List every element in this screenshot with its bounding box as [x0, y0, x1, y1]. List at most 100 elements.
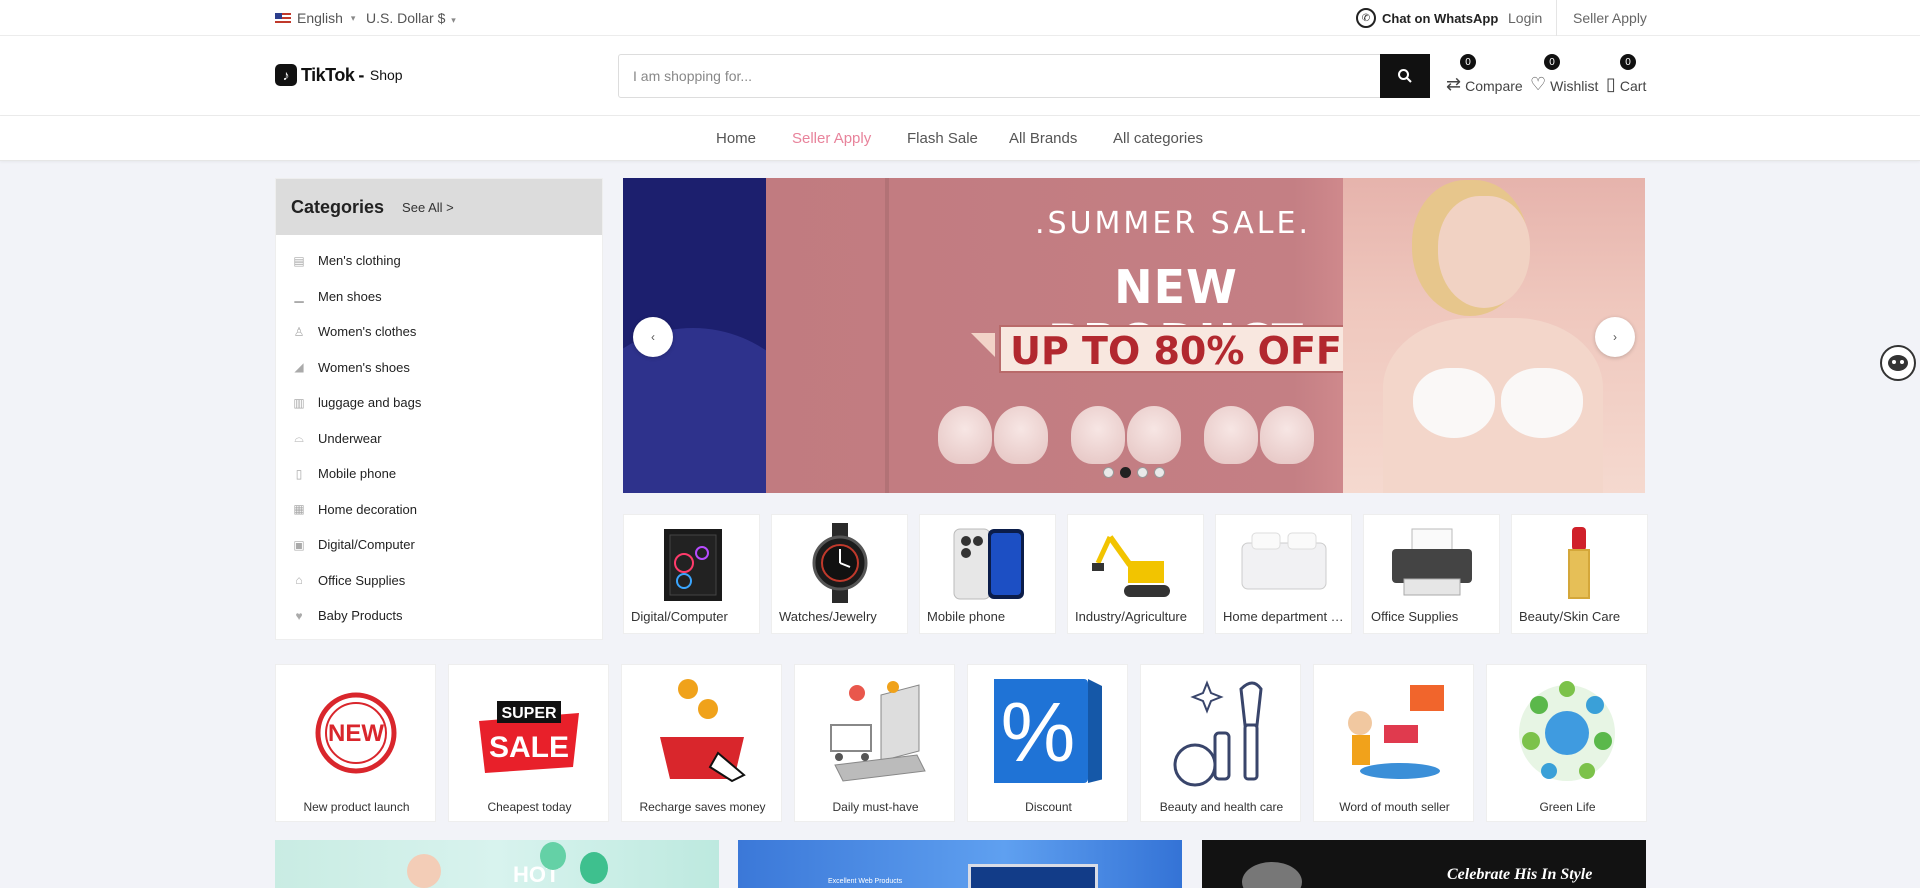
whatsapp-chat-link[interactable]: ✆ Chat on WhatsApp: [1356, 8, 1498, 28]
product-bra-image: [1071, 406, 1181, 476]
feature-card-discount[interactable]: % Discount: [967, 664, 1128, 822]
category-item-office-supplies[interactable]: ⌂ Office Supplies: [276, 563, 602, 599]
child-image: [407, 854, 441, 888]
feature-card-new-product-launch[interactable]: NEW New product launch: [275, 664, 436, 822]
discount-box-image: %: [994, 679, 1102, 783]
featured-card-watches-jewelry[interactable]: Watches/Jewelry: [771, 514, 908, 634]
category-item-men-shoes[interactable]: ▁ Men shoes: [276, 279, 602, 315]
feature-card-label: Recharge saves money: [639, 800, 766, 814]
category-item-womens-clothes[interactable]: ♙ Women's clothes: [276, 314, 602, 350]
login-link[interactable]: Login: [1508, 10, 1542, 26]
category-label: luggage and bags: [318, 395, 422, 411]
cart-count-badge: 0: [1620, 54, 1636, 70]
feature-card-green-life[interactable]: Green Life: [1486, 664, 1647, 822]
feature-card-label: Green Life: [1539, 800, 1596, 814]
language-selector[interactable]: English ▾: [275, 10, 355, 26]
category-label: Men's clothing: [318, 253, 401, 269]
promo-banner-electronics[interactable]: Excellent Web Products: [738, 840, 1182, 888]
search-button[interactable]: [1380, 54, 1430, 98]
chevron-down-icon: ▾: [350, 12, 356, 23]
category-item-mobile-phone[interactable]: ▯ Mobile phone: [276, 456, 602, 492]
shopping-basket-coins-image: [660, 679, 746, 783]
featured-card-office-supplies[interactable]: Office Supplies: [1363, 514, 1500, 634]
feature-card-label: Daily must-have: [832, 800, 919, 814]
search-input[interactable]: [619, 55, 1380, 97]
sale-text: SALE: [489, 731, 569, 764]
compare-link[interactable]: ⇄ 0 Compare: [1446, 54, 1523, 94]
promo-banner-hot[interactable]: HOT: [275, 840, 719, 888]
categories-title: Categories: [291, 196, 385, 217]
header: ♪ TikTok - Shop ⇄ 0 Compare ♡ 0 Wishlist…: [0, 36, 1920, 116]
featured-card-label: Office Supplies: [1371, 609, 1459, 624]
top-bar: English ▾ U.S. Dollar $ ▾ ✆ Chat on What…: [0, 0, 1920, 36]
printer-image: [1392, 528, 1472, 596]
category-item-underwear[interactable]: ⌓ Underwear: [276, 421, 602, 457]
category-item-baby-products[interactable]: ♥ Baby Products: [276, 598, 602, 634]
category-label: Women's clothes: [318, 324, 417, 340]
carousel-dot[interactable]: [1137, 467, 1148, 478]
carousel-dot-active[interactable]: [1120, 467, 1131, 478]
featured-categories: Digital/Computer Watches/Jewelry Mobile …: [623, 514, 1648, 634]
feature-card-label: Word of mouth seller: [1339, 800, 1450, 814]
category-item-home-decoration[interactable]: ▦ Home decoration: [276, 492, 602, 528]
new-stamp-text: NEW: [328, 720, 384, 747]
category-item-mens-clothing[interactable]: ▤ Men's clothing: [276, 243, 602, 279]
feature-card-word-of-mouth-seller[interactable]: Word of mouth seller: [1313, 664, 1474, 822]
carousel-next-button[interactable]: ›: [1595, 317, 1635, 357]
seller-apply-link[interactable]: Seller Apply: [1573, 10, 1647, 26]
nav-item-all-categories[interactable]: All categories: [1113, 130, 1203, 147]
whatsapp-icon: ✆: [1356, 8, 1376, 28]
banner-slide: .SUMMER SALE. NEW PRODUCT UP TO 80% OFF: [766, 178, 1645, 493]
shoe-icon: ▁: [294, 289, 304, 304]
wishlist-label: Wishlist: [1550, 78, 1599, 94]
promo-banner-text: Celebrate His In Style: [1447, 866, 1593, 883]
category-item-womens-shoes[interactable]: ◢ Women's shoes: [276, 350, 602, 386]
category-item-luggage-bags[interactable]: ▥ luggage and bags: [276, 385, 602, 421]
hero-banner-carousel[interactable]: .SUMMER SALE. NEW PRODUCT UP TO 80% OFF …: [623, 178, 1645, 493]
feature-card-recharge-saves-money[interactable]: Recharge saves money: [621, 664, 782, 822]
featured-card-label: Mobile phone: [927, 609, 1006, 624]
wishlist-count-badge: 0: [1544, 54, 1560, 70]
featured-card-mobile-phone[interactable]: Mobile phone: [919, 514, 1056, 634]
baby-icon: ♥: [295, 608, 303, 623]
featured-card-industry-agriculture[interactable]: Industry/Agriculture: [1067, 514, 1204, 634]
product-bra-image: [938, 406, 1048, 476]
feature-card-cheapest-today[interactable]: SUPER SALE Cheapest today: [448, 664, 609, 822]
nav-item-home[interactable]: Home: [716, 130, 756, 147]
dress-icon: ♙: [293, 324, 305, 339]
cart-link[interactable]: ▯ 0 Cart: [1606, 54, 1646, 94]
carousel-prev-button[interactable]: ‹: [633, 317, 673, 357]
see-all-link[interactable]: See All >: [402, 200, 454, 215]
nav-item-all-brands[interactable]: All Brands: [1009, 130, 1077, 147]
support-chat-button[interactable]: [1880, 345, 1916, 381]
logo-dash: -: [358, 64, 364, 85]
carousel-dot[interactable]: [1103, 467, 1114, 478]
compare-icon: ⇄: [1446, 74, 1462, 94]
wishlist-link[interactable]: ♡ 0 Wishlist: [1530, 54, 1599, 94]
balloon-image: [540, 842, 566, 870]
monitor-image: [968, 864, 1098, 888]
offer-ribbon: UP TO 80% OFF: [971, 321, 1381, 377]
featured-card-digital-computer[interactable]: Digital/Computer: [623, 514, 760, 634]
currency-selector[interactable]: U.S. Dollar $ ▾: [366, 10, 456, 26]
feature-card-daily-must-have[interactable]: Daily must-have: [794, 664, 955, 822]
category-item-digital-computer[interactable]: ▣ Digital/Computer: [276, 527, 602, 563]
logo[interactable]: ♪ TikTok - Shop: [275, 64, 403, 86]
feature-card-beauty-health-care[interactable]: Beauty and health care: [1140, 664, 1301, 822]
search-bar: [618, 54, 1430, 98]
nav-item-flash-sale[interactable]: Flash Sale: [907, 130, 978, 147]
nav-item-seller-apply[interactable]: Seller Apply: [792, 130, 871, 147]
featured-card-home-department-store[interactable]: Home department store: [1215, 514, 1352, 634]
category-label: Office Supplies: [318, 572, 406, 588]
featured-card-beauty-skin-care[interactable]: Beauty/Skin Care: [1511, 514, 1648, 634]
shirt-icon: ▤: [293, 253, 305, 268]
balloon-image: [580, 852, 608, 884]
percent-text: %: [1001, 685, 1076, 779]
ribbon-tail: [971, 333, 995, 357]
carousel-dot[interactable]: [1154, 467, 1165, 478]
currency-label: U.S. Dollar $: [366, 10, 446, 26]
super-text: SUPER: [501, 705, 557, 722]
featured-card-label: Watches/Jewelry: [779, 609, 877, 624]
logo-text: TikTok: [301, 64, 355, 85]
promo-banner-watches[interactable]: Celebrate His In Style: [1202, 840, 1646, 888]
